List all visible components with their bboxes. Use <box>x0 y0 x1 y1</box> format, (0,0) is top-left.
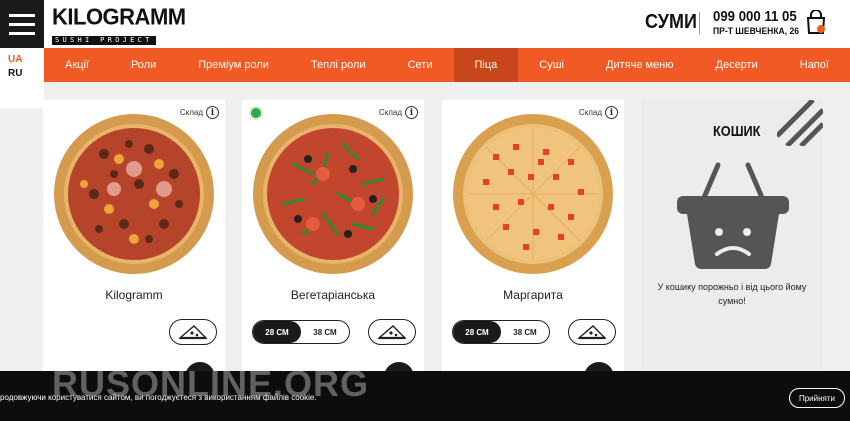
pizza-slice-icon <box>577 325 607 340</box>
lang-ru[interactable]: RU <box>0 68 44 79</box>
pizza-image[interactable] <box>253 114 413 274</box>
cart-panel: КОШИК У кошику порожньо і від цього йому… <box>641 100 823 380</box>
size-option-38[interactable]: 38 СМ <box>301 321 349 343</box>
lang-ua[interactable]: UA <box>0 54 44 65</box>
logo[interactable]: KILOGRAMM SUSHI PROJECT <box>52 3 186 47</box>
add-slice-button[interactable] <box>568 319 616 345</box>
nav-item-premium-roly[interactable]: Преміум роли <box>177 48 290 82</box>
language-switcher: UA RU <box>0 48 44 108</box>
logo-main: KILOGRAMM <box>52 3 186 30</box>
product-card-margarita: Склад i Маргарита 28 СМ 38 СМ <box>442 100 624 392</box>
pizza-slice-icon <box>377 325 407 340</box>
address: ПР-Т ШЕВЧЕНКА, 26 <box>713 26 799 36</box>
city-selector[interactable]: СУМИ <box>645 11 697 34</box>
size-option-28[interactable]: 28 СМ <box>453 321 501 343</box>
size-option-28[interactable]: 28 СМ <box>253 321 301 343</box>
category-nav: Акції Роли Преміум роли Теплі роли Сети … <box>44 48 850 82</box>
pizza-image[interactable] <box>453 114 613 274</box>
logo-sub: SUSHI PROJECT <box>52 36 156 45</box>
pizza-image[interactable] <box>54 114 214 274</box>
size-selector: 28 СМ 38 СМ <box>252 320 350 344</box>
phone-link[interactable]: 099 000 11 05 <box>713 8 797 25</box>
nav-item-pizza[interactable]: Піца <box>453 48 519 82</box>
size-selector: 28 СМ 38 СМ <box>452 320 550 344</box>
watermark: RUSONLINE.ORG <box>52 363 370 404</box>
menu-burger-button[interactable] <box>0 0 44 48</box>
cart-empty-message: У кошику порожньо і від цього йому сумно… <box>657 282 807 306</box>
pizza-slice-icon <box>178 325 208 340</box>
nav-item-drinks[interactable]: Напої <box>779 48 850 82</box>
accept-cookies-button[interactable]: Прийняти <box>789 388 845 408</box>
product-name[interactable]: Вегетаріанська <box>242 288 424 302</box>
product-card-kilogramm: Склад i Kilogramm <box>43 100 225 392</box>
product-name[interactable]: Kilogramm <box>43 288 225 302</box>
product-name[interactable]: Маргарита <box>442 288 624 302</box>
add-slice-button[interactable] <box>169 319 217 345</box>
nav-item-tepli-roly[interactable]: Теплі роли <box>290 48 387 82</box>
nav-item-akcii[interactable]: Акції <box>44 48 110 82</box>
size-option-38[interactable]: 38 СМ <box>501 321 549 343</box>
decorative-stripes <box>777 100 823 146</box>
cart-title: КОШИК <box>713 123 761 140</box>
divider <box>699 12 700 34</box>
shopping-bag-icon[interactable] <box>806 10 826 34</box>
site-header: KILOGRAMM SUSHI PROJECT СУМИ 099 000 11 … <box>0 0 850 48</box>
product-card-vegetarianska: Склад i Вегетаріанська 28 СМ 38 СМ <box>242 100 424 392</box>
nav-item-kids-menu[interactable]: Дитяче меню <box>585 48 695 82</box>
nav-item-sushi[interactable]: Суші <box>518 48 585 82</box>
nav-item-sety[interactable]: Сети <box>387 48 454 82</box>
nav-item-desserts[interactable]: Десерти <box>695 48 779 82</box>
sad-basket-icon <box>677 162 789 270</box>
add-slice-button[interactable] <box>368 319 416 345</box>
nav-item-roly[interactable]: Роли <box>110 48 177 82</box>
